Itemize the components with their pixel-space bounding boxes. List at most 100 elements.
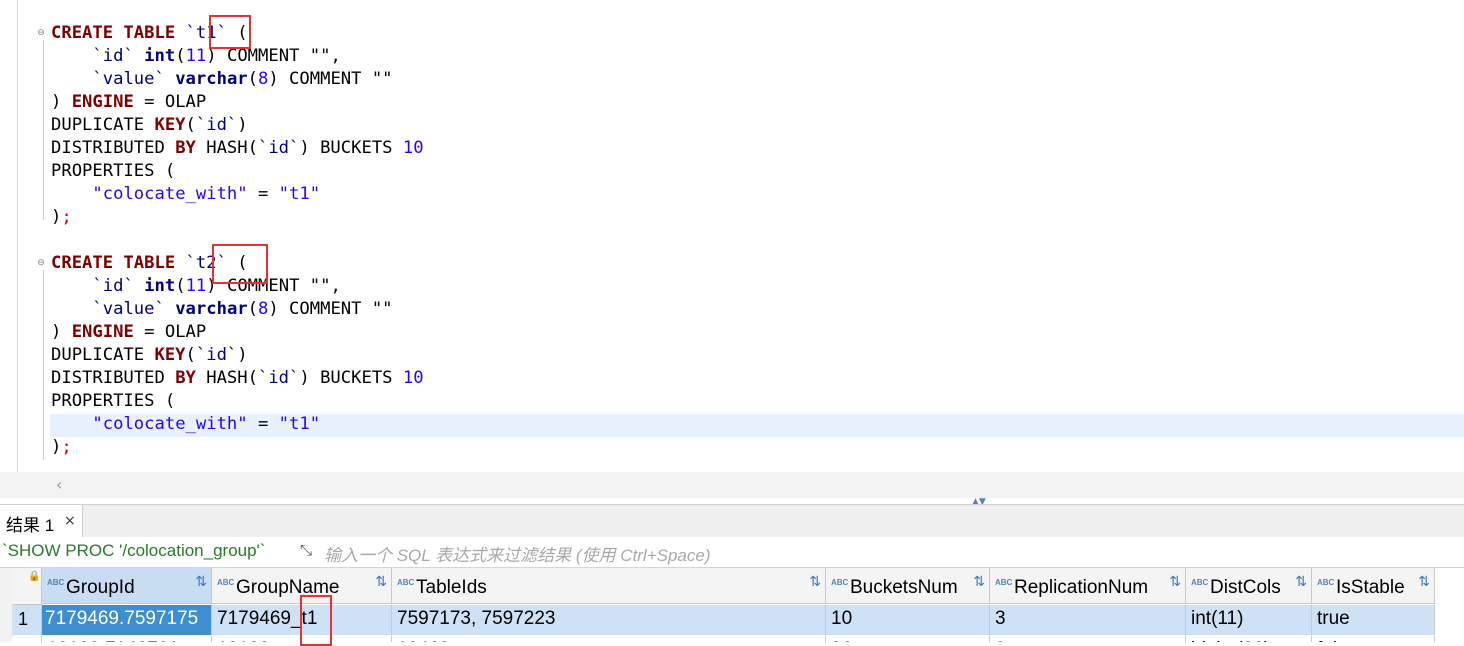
close-icon[interactable]: × [64, 513, 76, 529]
fold-collapse-icon[interactable]: ⊖ [36, 258, 46, 268]
column-header-groupid[interactable]: ABCGroupId ⇅ [42, 568, 212, 604]
sort-filter-icon[interactable]: ⇅ [375, 574, 387, 590]
code-token: DISTRIBUTED [51, 138, 175, 158]
sort-filter-icon[interactable]: ⇅ [195, 574, 207, 590]
text-type-icon: ABC [831, 578, 848, 587]
code-token: "t1" [279, 184, 320, 204]
code-token: ) [51, 92, 72, 112]
table-cell-distcols[interactable]: bigint(20) [1186, 636, 1312, 642]
code-line[interactable]: DUPLICATE KEY(`id`) [51, 344, 248, 367]
row-number[interactable]: 2 [12, 636, 42, 642]
code-token: 10 [403, 138, 424, 158]
code-token: = [248, 184, 279, 204]
column-header-distcols[interactable]: ABCDistCols⇅ [1186, 568, 1312, 604]
code-token: CREATE TABLE [51, 253, 186, 273]
row-number-label: 1 [18, 609, 28, 630]
sort-filter-icon[interactable]: ⇅ [1295, 574, 1307, 590]
table-cell-distcols[interactable]: int(11) [1186, 605, 1312, 635]
fold-collapse-icon[interactable]: ⊖ [36, 28, 46, 38]
code-line[interactable]: `value` varchar(8) COMMENT "" [51, 68, 393, 91]
code-line[interactable]: ) ENGINE = OLAP [51, 321, 206, 344]
table-row[interactable]: 210120.71407811012010460963bigint(20)fal… [12, 636, 1435, 642]
code-line[interactable]: PROPERTIES ( [51, 390, 175, 413]
code-token: PROPERTIES ( [51, 161, 175, 181]
code-token: "colocate_with" [92, 184, 247, 204]
grid-corner[interactable]: 🔒 [12, 568, 42, 605]
cell-value: 3 [995, 608, 1006, 630]
cell-value: int(11) [1191, 608, 1243, 630]
code-token: ) COMMENT "", [206, 46, 341, 66]
column-header-label: BucketsNum [850, 577, 958, 599]
table-cell-bucketsnum[interactable]: 10 [826, 605, 990, 635]
column-header-replicationnum[interactable]: ABCReplicationNum ⇅ [990, 568, 1186, 604]
filter-input[interactable]: 输入一个 SQL 表达式来过滤结果 (使用 Ctrl+Space) [324, 541, 711, 566]
code-token: ) BUCKETS [299, 138, 402, 158]
code-token: BY [175, 368, 196, 388]
code-token: ) [237, 115, 247, 135]
column-header-isstable[interactable]: ABCIsStable⇅ [1312, 568, 1435, 604]
code-token: int [144, 46, 175, 66]
code-line[interactable]: PROPERTIES ( [51, 160, 175, 183]
code-line[interactable]: ) ENGINE = OLAP [51, 91, 206, 114]
code-token [134, 276, 144, 296]
code-token: = [248, 414, 279, 434]
table-cell-tableids[interactable]: 7597173, 7597223 [392, 605, 826, 635]
code-token: = OLAP [134, 322, 206, 342]
code-line[interactable]: DISTRIBUTED BY HASH(`id`) BUCKETS 10 [51, 137, 424, 160]
column-header-tableids[interactable]: ABCTableIds⇅ [392, 568, 826, 604]
sort-filter-icon[interactable]: ⇅ [1169, 574, 1181, 590]
code-line[interactable]: DUPLICATE KEY(`id`) [51, 114, 248, 137]
column-header-label: GroupId [66, 577, 135, 599]
code-token: ENGINE [72, 322, 134, 342]
code-line[interactable]: `id` int(11) COMMENT "", [51, 275, 341, 298]
code-token: `id` [92, 276, 133, 296]
code-token [134, 46, 144, 66]
table-cell-isstable[interactable]: true [1312, 605, 1435, 635]
code-line[interactable]: "colocate_with" = "t1" [51, 183, 320, 206]
code-token: 11 [186, 46, 207, 66]
code-line[interactable]: "colocate_with" = "t1" [51, 413, 320, 436]
text-type-icon: ABC [47, 578, 64, 587]
code-token: BY [175, 138, 196, 158]
code-token: `value` [92, 69, 164, 89]
table-cell-replicationnum[interactable]: 3 [990, 636, 1186, 642]
scroll-left-icon[interactable]: ‹ [56, 475, 62, 494]
column-header-bucketsnum[interactable]: ABCBucketsNum ⇅ [826, 568, 990, 604]
table-cell-groupid[interactable]: 10120.7140781 [42, 636, 212, 642]
query-text: `SHOW PROC '/colocation_group'` [2, 541, 265, 561]
code-token: ( [175, 46, 185, 66]
expand-filter-icon[interactable]: ⤡ [300, 541, 312, 559]
code-token: ( [248, 69, 258, 89]
code-token: ( [248, 299, 258, 319]
table-row[interactable]: 17179469.75971757179469_t17597173, 75972… [12, 605, 1435, 635]
code-line[interactable]: DISTRIBUTED BY HASH(`id`) BUCKETS 10 [51, 367, 424, 390]
sort-filter-icon[interactable]: ⇅ [809, 574, 821, 590]
table-cell-tableids[interactable]: 10460 [392, 636, 826, 642]
code-token [51, 46, 92, 66]
code-token: "colocate_with" [92, 414, 247, 434]
sort-filter-icon[interactable]: ⇅ [1418, 574, 1430, 590]
code-line[interactable]: ); [51, 436, 72, 459]
column-header-label: ReplicationNum [1014, 577, 1148, 599]
code-line[interactable]: `id` int(11) COMMENT "", [51, 45, 341, 68]
sort-filter-icon[interactable]: ⇅ [973, 574, 985, 590]
lock-icon: 🔒 [28, 571, 40, 582]
code-token [165, 299, 175, 319]
sql-editor[interactable]: ⊖ ⊖ CREATE TABLE `t1` ( `id` int(11) COM… [0, 0, 1464, 472]
code-line[interactable]: `value` varchar(8) COMMENT "" [51, 298, 393, 321]
code-token: 11 [186, 276, 207, 296]
editor-horizontal-scrollbar[interactable]: ‹ [0, 472, 1464, 498]
code-token: KEY [154, 345, 185, 365]
code-token: `id` [258, 368, 299, 388]
table-cell-groupid[interactable]: 7179469.7597175 [42, 605, 212, 635]
tab-results-1[interactable]: 结果 1 × [0, 505, 83, 537]
table-cell-bucketsnum[interactable]: 96 [826, 636, 990, 642]
code-line[interactable]: ); [51, 206, 72, 229]
cell-value: 7597173, 7597223 [397, 608, 556, 630]
table-cell-isstable[interactable]: false [1312, 636, 1435, 642]
text-type-icon: ABC [995, 578, 1012, 587]
code-token [51, 414, 92, 434]
table-cell-replicationnum[interactable]: 3 [990, 605, 1186, 635]
code-token: DUPLICATE [51, 345, 154, 365]
row-number[interactable]: 1 [12, 605, 42, 635]
